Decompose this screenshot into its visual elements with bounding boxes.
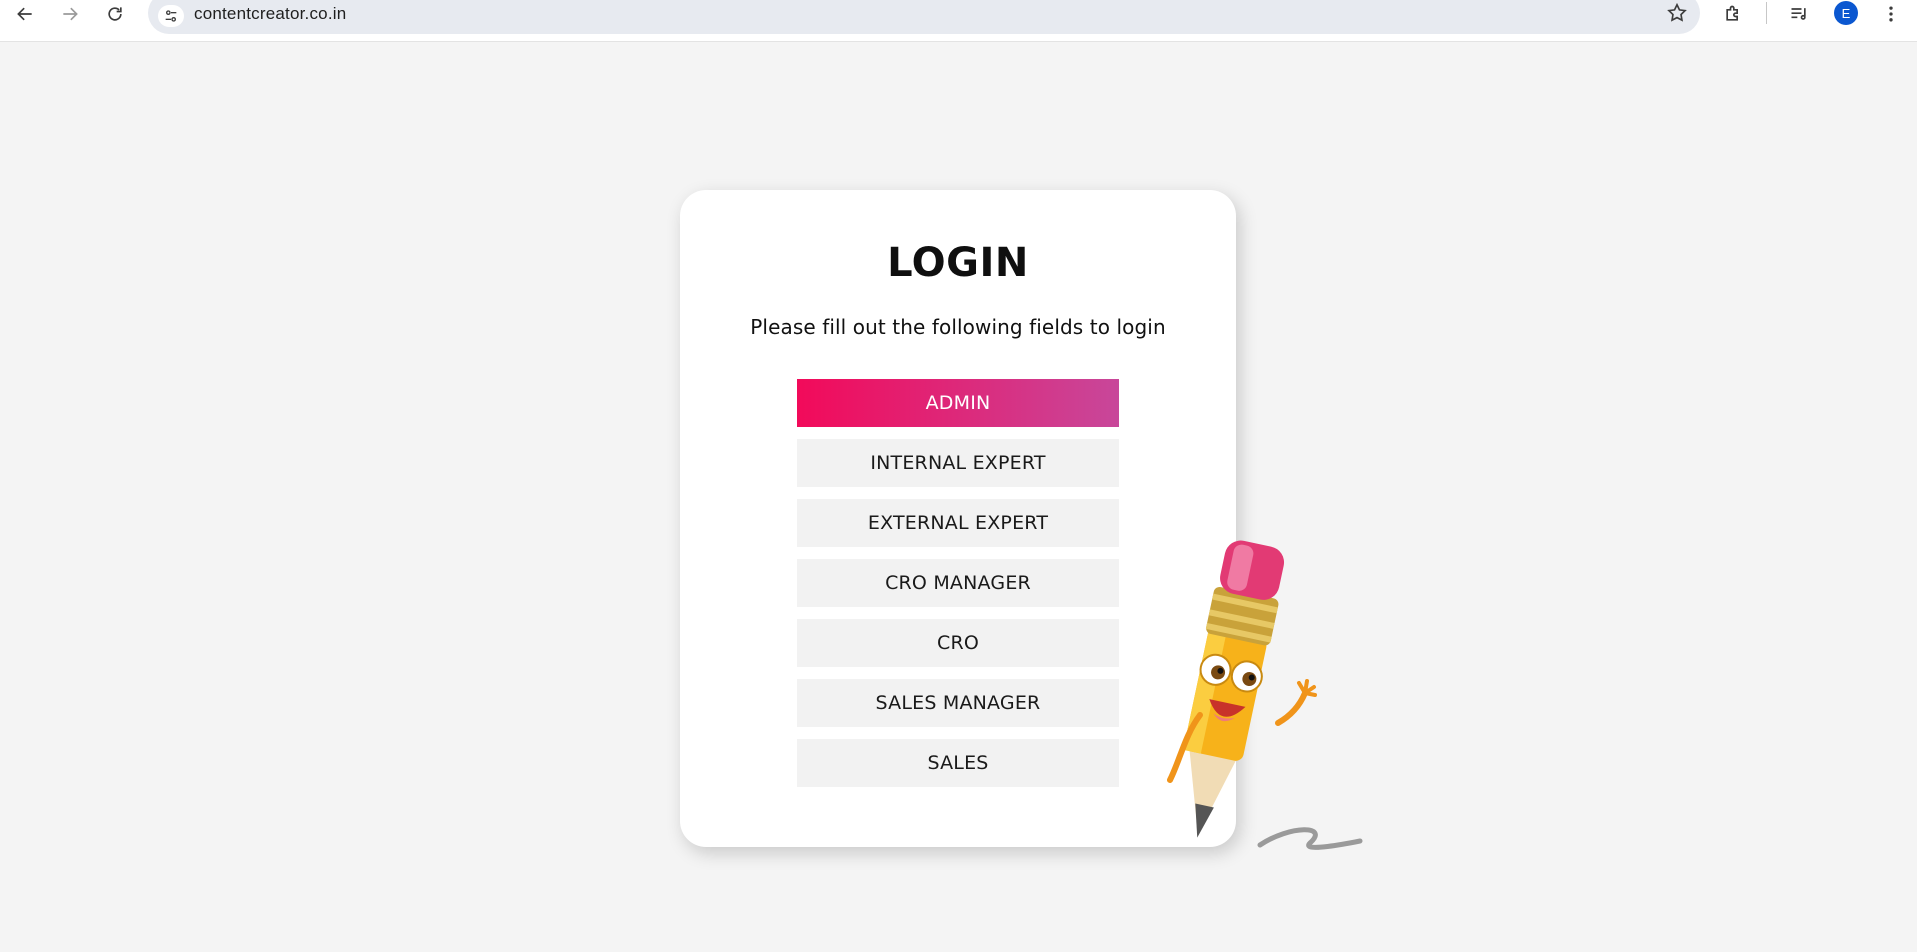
pencil-mascot-illustration [1167, 540, 1363, 850]
role-external-expert-button[interactable]: EXTERNAL EXPERT [797, 499, 1119, 547]
site-settings-button[interactable] [158, 5, 184, 27]
kebab-menu-icon [1889, 6, 1893, 22]
role-sales-manager-button[interactable]: SALES MANAGER [797, 679, 1119, 727]
back-button[interactable] [8, 0, 42, 28]
extensions-button[interactable] [1716, 0, 1750, 28]
media-queue-icon [1791, 8, 1806, 20]
reload-icon [108, 7, 122, 21]
reload-button[interactable] [98, 0, 132, 28]
tune-icon [165, 10, 177, 22]
address-bar[interactable]: contentcreator.co.in [148, 0, 1700, 34]
arrow-right-icon [63, 7, 78, 21]
forward-button[interactable] [53, 0, 87, 28]
media-button[interactable] [1782, 0, 1816, 28]
toolbar-divider [1766, 2, 1767, 24]
puzzle-icon [1726, 5, 1738, 21]
role-cro-manager-button[interactable]: CRO MANAGER [797, 559, 1119, 607]
role-selector: ADMIN INTERNAL EXPERT EXTERNAL EXPERT CR… [797, 379, 1119, 799]
login-card: LOGIN Please fill out the following fiel… [680, 190, 1236, 847]
login-subtitle: Please fill out the following fields to … [750, 315, 1166, 339]
url-text[interactable]: contentcreator.co.in [194, 4, 346, 24]
page-title: LOGIN [887, 240, 1029, 286]
arrow-left-icon [17, 7, 32, 21]
role-internal-expert-button[interactable]: INTERNAL EXPERT [797, 439, 1119, 487]
browser-toolbar: contentcreator.co.in E [0, 0, 1917, 42]
role-sales-button[interactable]: SALES [797, 739, 1119, 787]
profile-avatar[interactable]: E [1834, 1, 1858, 25]
role-admin-button[interactable]: ADMIN [797, 379, 1119, 427]
browser-menu-button[interactable] [1874, 0, 1908, 28]
role-cro-button[interactable]: CRO [797, 619, 1119, 667]
star-icon[interactable] [1666, 2, 1688, 24]
